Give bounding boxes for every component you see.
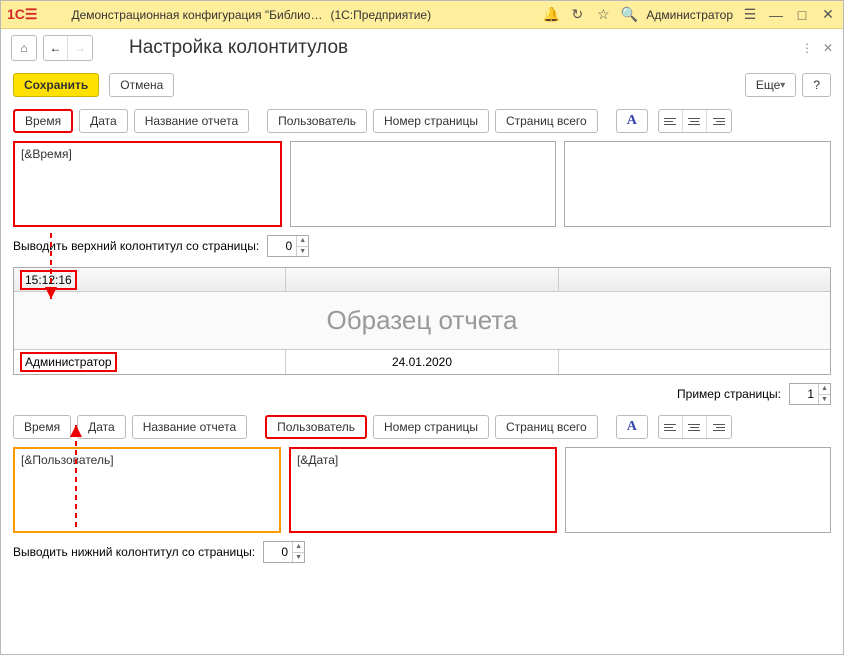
preview-head-center [286,268,558,291]
star-icon[interactable]: ☆ [594,6,612,24]
header-left-area[interactable]: [&Время] [13,141,282,227]
action-row: Сохранить Отмена Еще ? [13,73,831,97]
example-page-spinner[interactable]: ▲▼ [789,383,831,405]
save-button[interactable]: Сохранить [13,73,99,97]
header-insert-toolbar: Время Дата Название отчета Пользователь … [13,109,831,133]
history-icon[interactable]: ↻ [568,6,586,24]
footer-areas: [&Пользователь] [&Дата] [13,447,831,533]
preview-body: Образец отчета [14,292,830,350]
header-from-page-label: Выводить верхний колонтитул со страницы: [13,239,259,253]
spin-up-icon[interactable]: ▲ [819,384,830,395]
preview-head-left: 15:12:16 [14,268,286,291]
titlebar: 1C☰ Демонстрационная конфигурация "Библи… [1,1,843,29]
align-right-button[interactable] [707,110,731,132]
header-from-page-spinner[interactable]: ▲▼ [267,235,309,257]
menu-icon[interactable] [45,6,63,24]
footer-right-area[interactable] [565,447,831,533]
insert-date-button[interactable]: Дата [79,109,128,133]
insert-page-number-button[interactable]: Номер страницы [373,109,489,133]
close-icon[interactable]: ✕ [819,6,837,24]
font-button[interactable]: A [616,415,648,439]
footer-from-page-input[interactable] [264,542,292,562]
user-menu-icon[interactable]: ☰ [741,6,759,24]
current-user: Администратор [646,8,733,22]
insert-report-name-button[interactable]: Название отчета [134,109,249,133]
spin-down-icon[interactable]: ▼ [297,247,308,257]
footer-from-page-spinner[interactable]: ▲▼ [263,541,305,563]
maximize-icon[interactable]: □ [793,6,811,24]
spin-down-icon[interactable]: ▼ [293,553,304,563]
platform-name: (1С:Предприятие) [330,8,431,22]
align-group [658,109,732,133]
spin-up-icon[interactable]: ▲ [297,236,308,247]
page-title: Настройка колонтитулов [129,37,348,59]
align-group [658,415,732,439]
logo-1c: 1C☰ [7,6,37,23]
page-close-icon[interactable]: ✕ [823,41,833,55]
footer-left-area[interactable]: [&Пользователь] [13,447,281,533]
insert-report-name-button[interactable]: Название отчета [132,415,247,439]
align-center-button[interactable] [683,416,707,438]
preview-head-right [559,268,830,291]
insert-time-button[interactable]: Время [13,109,73,133]
preview-foot-left: Администратор [14,350,286,374]
example-page-input[interactable] [790,384,818,404]
back-button[interactable]: ← [44,36,68,60]
cancel-button[interactable]: Отмена [109,73,174,97]
footer-from-page-label: Выводить нижний колонтитул со страницы: [13,545,255,559]
footer-insert-toolbar: Время Дата Название отчета Пользователь … [13,415,831,439]
footer-center-area[interactable]: [&Дата] [289,447,557,533]
more-button[interactable]: Еще [745,73,796,97]
header-from-page-input[interactable] [268,236,296,256]
preview: 15:12:16 Образец отчета Администратор 24… [13,267,831,375]
insert-page-total-button[interactable]: Страниц всего [495,109,598,133]
kebab-icon[interactable]: ⋮ [801,41,813,55]
home-button[interactable]: ⌂ [11,35,37,61]
page-toolbar: ⌂ ← → Настройка колонтитулов ⋮ ✕ [1,29,843,67]
header-right-area[interactable] [564,141,831,227]
insert-page-total-button[interactable]: Страниц всего [495,415,598,439]
header-areas: [&Время] [13,141,831,227]
preview-user-value: Администратор [20,352,117,372]
align-right-button[interactable] [707,416,731,438]
help-button[interactable]: ? [802,73,831,97]
preview-foot-right [559,350,830,374]
forward-button[interactable]: → [68,36,92,60]
spin-down-icon[interactable]: ▼ [819,395,830,405]
align-center-button[interactable] [683,110,707,132]
search-icon[interactable]: 🔍 [620,6,638,24]
insert-user-button[interactable]: Пользователь [267,109,367,133]
insert-date-button[interactable]: Дата [77,415,126,439]
example-page-label: Пример страницы: [677,387,781,401]
header-from-page-row: Выводить верхний колонтитул со страницы:… [13,235,831,257]
nav-back-forward: ← → [43,35,93,61]
insert-user-button[interactable]: Пользователь [265,415,367,439]
minimize-icon[interactable]: — [767,6,785,24]
align-left-button[interactable] [659,110,683,132]
spin-up-icon[interactable]: ▲ [293,542,304,553]
preview-foot-center: 24.01.2020 [286,350,558,374]
align-left-button[interactable] [659,416,683,438]
bell-icon[interactable]: 🔔 [542,6,560,24]
insert-page-number-button[interactable]: Номер страницы [373,415,489,439]
footer-from-page-row: Выводить нижний колонтитул со страницы: … [13,541,831,563]
config-name: Демонстрационная конфигурация "Библио… [71,8,322,22]
insert-time-button[interactable]: Время [13,415,71,439]
header-center-area[interactable] [290,141,557,227]
preview-time-value: 15:12:16 [20,270,77,290]
font-button[interactable]: A [616,109,648,133]
example-page-row: Пример страницы: ▲▼ [13,383,831,405]
